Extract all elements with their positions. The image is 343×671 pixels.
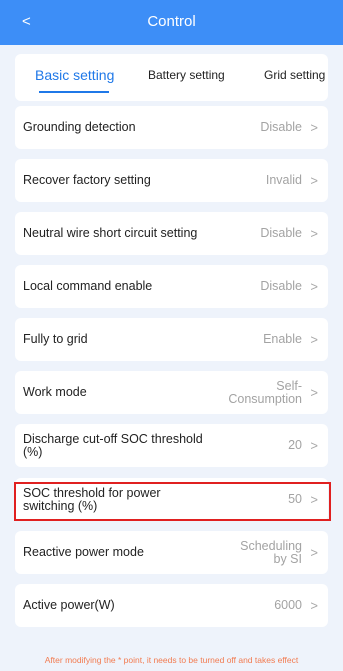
- chevron-right-icon: >: [310, 545, 318, 560]
- setting-row-neutral-wire[interactable]: Neutral wire short circuit setting Disab…: [15, 212, 328, 255]
- chevron-right-icon: >: [310, 332, 318, 347]
- setting-value: Disable: [260, 279, 302, 293]
- tab-basic-setting[interactable]: Basic setting: [35, 67, 114, 83]
- setting-label: Work mode: [23, 385, 87, 399]
- setting-value: Enable: [263, 332, 302, 346]
- chevron-right-icon: >: [310, 385, 318, 400]
- chevron-right-icon: >: [310, 173, 318, 188]
- highlight-box: [14, 482, 331, 521]
- setting-value: Disable: [260, 120, 302, 134]
- chevron-right-icon: >: [310, 279, 318, 294]
- chevron-right-icon: >: [310, 438, 318, 453]
- setting-row-recover-factory[interactable]: Recover factory setting Invalid >: [15, 159, 328, 202]
- setting-row-local-command[interactable]: Local command enable Disable >: [15, 265, 328, 308]
- chevron-right-icon: >: [310, 598, 318, 613]
- setting-row-discharge-cutoff[interactable]: Discharge cut-off SOC threshold (%) 20 >: [15, 424, 328, 467]
- setting-label: Reactive power mode: [23, 545, 144, 559]
- footer-note: After modifying the * point, it needs to…: [44, 655, 299, 665]
- top-bar: < Control: [0, 0, 343, 45]
- chevron-right-icon: >: [310, 226, 318, 241]
- setting-row-grounding-detection[interactable]: Grounding detection Disable >: [15, 106, 328, 149]
- tab-battery-setting[interactable]: Battery setting: [148, 68, 225, 82]
- setting-row-reactive-power[interactable]: Reactive power mode Scheduling by SI >: [15, 531, 328, 574]
- tab-grid-setting[interactable]: Grid setting: [264, 68, 325, 82]
- setting-value: 20: [288, 438, 302, 452]
- setting-value: Disable: [260, 226, 302, 240]
- setting-value: Scheduling by SI: [240, 538, 302, 566]
- setting-row-active-power[interactable]: Active power(W) 6000 >: [15, 584, 328, 627]
- setting-value: Invalid: [265, 173, 302, 187]
- setting-value: Self-Consumption: [228, 378, 302, 406]
- tab-bar: Basic setting Battery setting Grid setti…: [15, 54, 328, 101]
- setting-row-fully-to-grid[interactable]: Fully to grid Enable >: [15, 318, 328, 361]
- chevron-right-icon: >: [310, 120, 318, 135]
- setting-row-work-mode[interactable]: Work mode Self-Consumption >: [15, 371, 328, 414]
- setting-value: 6000: [274, 598, 302, 612]
- active-tab-indicator: [39, 91, 109, 93]
- page-title: Control: [147, 13, 196, 30]
